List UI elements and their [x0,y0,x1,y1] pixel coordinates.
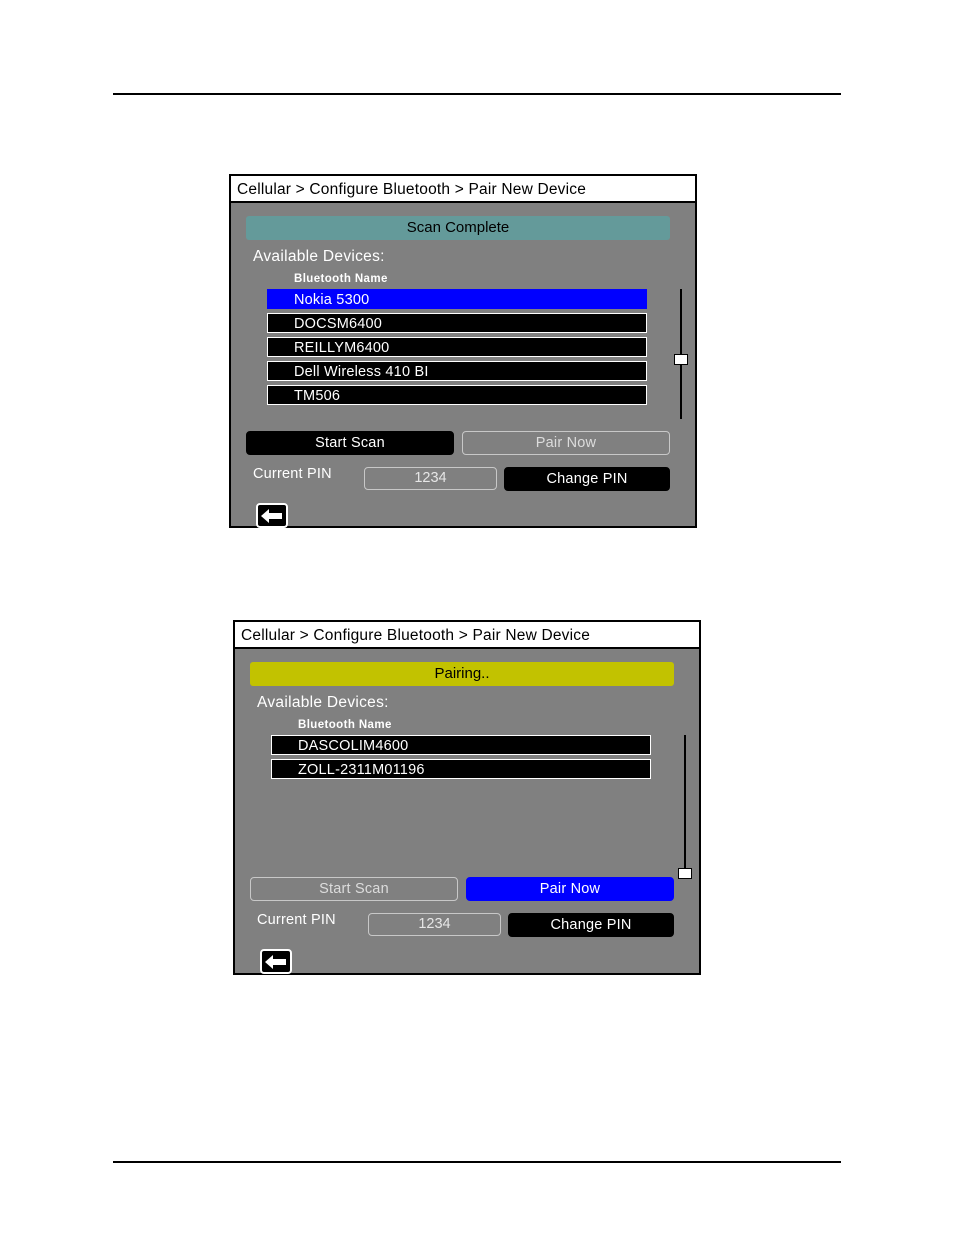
back-arrow-icon [262,955,290,969]
start-scan-button[interactable]: Start Scan [250,877,458,901]
available-devices-label: Available Devices: [253,248,385,265]
device-list-item[interactable]: Nokia 5300 [267,289,647,309]
panel-body: Scan Complete Available Devices: Bluetoo… [231,203,695,528]
bluetooth-name-column-header: Bluetooth Name [294,273,388,285]
device-list-item[interactable]: TM506 [267,385,647,405]
page-footer-rule [113,1161,841,1163]
scrollbar-track[interactable] [684,735,686,879]
device-list: DASCOLIM4600 ZOLL-2311M01196 [271,735,651,783]
device-list: Nokia 5300 DOCSM6400 REILLYM6400 Dell Wi… [267,289,647,409]
back-arrow-icon [258,509,286,523]
breadcrumb: Cellular > Configure Bluetooth > Pair Ne… [235,622,699,649]
pair-now-button[interactable]: Pair Now [462,431,670,455]
pair-new-device-panel-pairing: Cellular > Configure Bluetooth > Pair Ne… [233,620,701,975]
pair-now-button[interactable]: Pair Now [466,877,674,901]
back-button[interactable] [260,949,292,974]
device-list-item[interactable]: Dell Wireless 410 BI [267,361,647,381]
start-scan-button[interactable]: Start Scan [246,431,454,455]
change-pin-button[interactable]: Change PIN [508,913,674,937]
device-list-scrollbar[interactable] [678,735,692,879]
status-banner: Scan Complete [246,216,670,240]
device-list-item[interactable]: DASCOLIM4600 [271,735,651,755]
pair-new-device-panel-scan-complete: Cellular > Configure Bluetooth > Pair Ne… [229,174,697,528]
page-header-rule [113,93,841,95]
scrollbar-thumb[interactable] [678,868,692,879]
current-pin-label: Current PIN [257,912,336,928]
bluetooth-name-column-header: Bluetooth Name [298,719,392,731]
back-button[interactable] [256,503,288,528]
current-pin-label: Current PIN [253,466,332,482]
device-list-item[interactable]: DOCSM6400 [267,313,647,333]
breadcrumb: Cellular > Configure Bluetooth > Pair Ne… [231,176,695,203]
device-list-item[interactable]: REILLYM6400 [267,337,647,357]
scrollbar-thumb[interactable] [674,354,688,365]
current-pin-value: 1234 [368,913,501,936]
device-list-scrollbar[interactable] [674,289,688,419]
current-pin-value: 1234 [364,467,497,490]
status-banner: Pairing.. [250,662,674,686]
change-pin-button[interactable]: Change PIN [504,467,670,491]
available-devices-label: Available Devices: [257,694,389,711]
device-list-item[interactable]: ZOLL-2311M01196 [271,759,651,779]
panel-body: Pairing.. Available Devices: Bluetooth N… [235,649,699,974]
